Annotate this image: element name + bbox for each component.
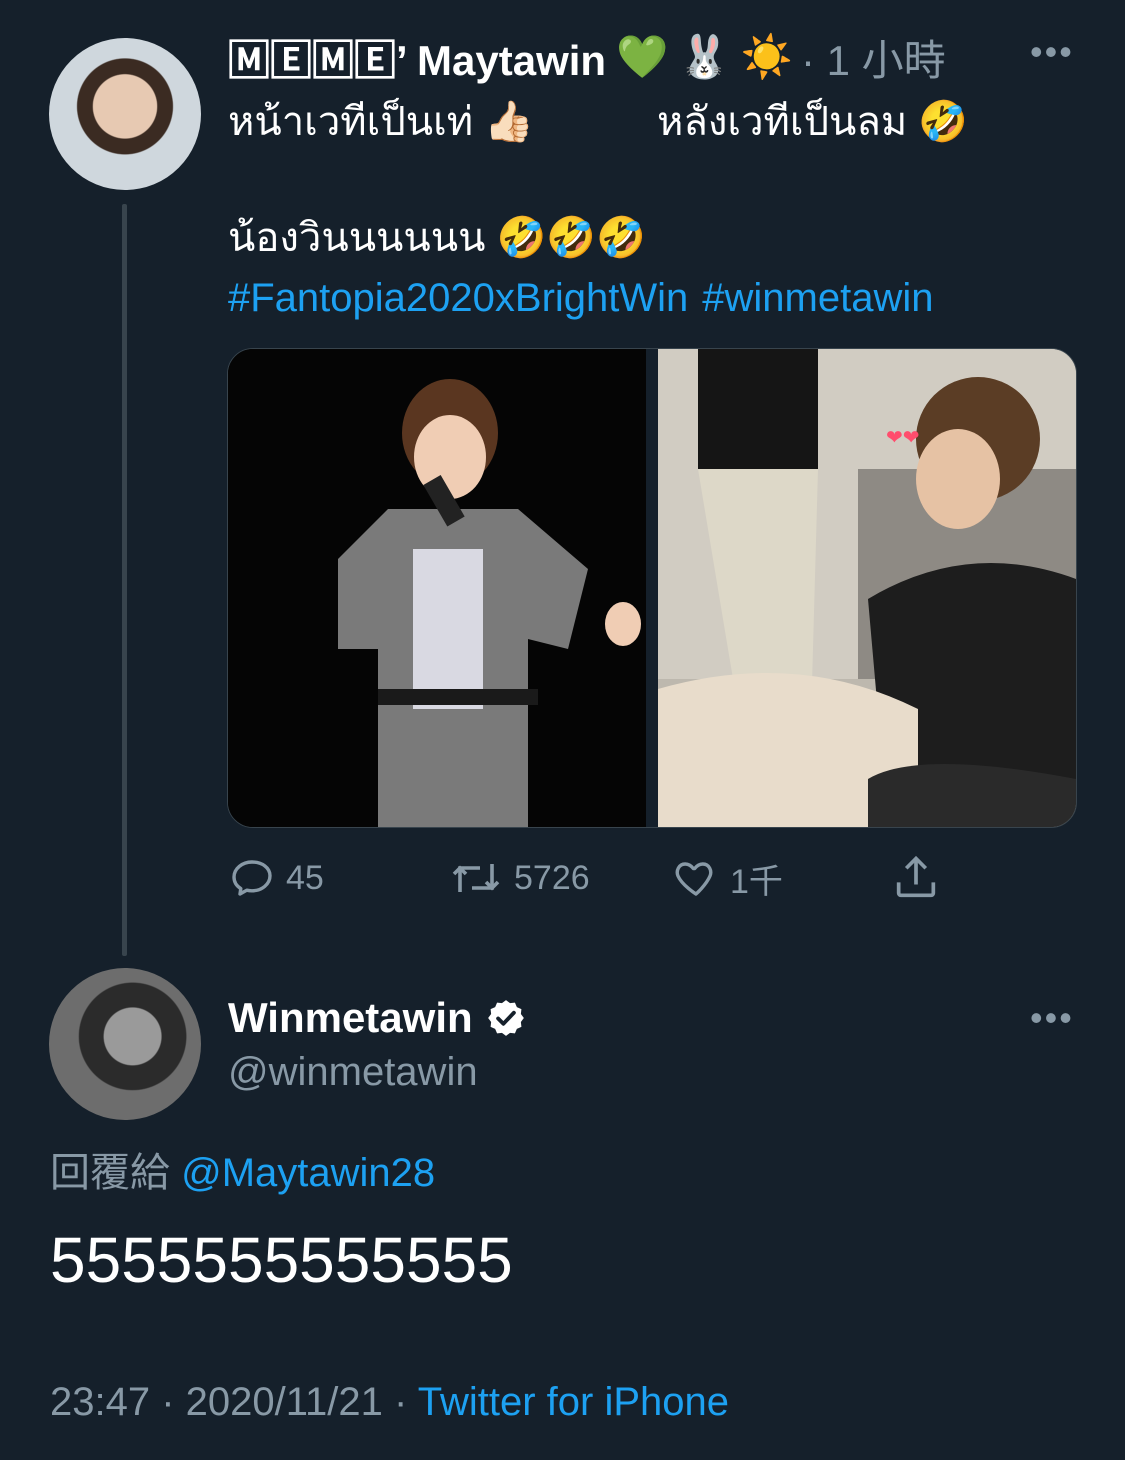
tweet-time[interactable]: 23:47 <box>50 1380 150 1424</box>
parent-tweet-time[interactable]: · 1 小時 <box>801 27 946 88</box>
photo-backstage[interactable]: ❤❤ <box>658 349 1076 827</box>
like-icon <box>675 862 713 896</box>
reply-to-line: 回覆給 @Maytawin28 <box>50 1140 435 1198</box>
parent-display-name[interactable]: 🄼🄴🄼🄴’ Maytawin <box>228 27 606 88</box>
thread-line <box>122 204 127 956</box>
reply-more-icon[interactable]: ••• <box>1030 1000 1074 1036</box>
sun-emoji: ☀️ <box>740 32 793 81</box>
like-count: 1千 <box>730 862 783 901</box>
parent-author-line: 🄼🄴🄼🄴’ Maytawin 💚 🐰 ☀️ · 1 小時 <box>228 30 946 84</box>
meta-separator: · <box>394 1380 418 1424</box>
reply-text: 5555555555555 <box>50 1224 513 1296</box>
tweet-meta: 23:47 · 2020/11/21 · Twitter for iPhone <box>50 1380 729 1425</box>
reply-icon <box>232 860 272 896</box>
svg-text:❤❤: ❤❤ <box>886 425 920 449</box>
green-heart-emoji: 💚 <box>616 32 669 81</box>
hashtag-link[interactable]: #Fantopia2020xBrightWin <box>228 276 688 320</box>
tweet-media: ❤❤ <box>227 348 1077 828</box>
singer-photo-art <box>228 349 646 827</box>
photo-singer-on-stage[interactable] <box>228 349 646 827</box>
parent-text-line1-left: หน้าเวทีเป็นเท่ 👍🏻 <box>228 100 535 144</box>
share-action[interactable] <box>890 852 952 904</box>
reply-display-name[interactable]: Winmetawin <box>228 994 473 1042</box>
reply-to-mention[interactable]: @Maytawin28 <box>181 1151 435 1195</box>
backstage-photo-art: ❤❤ <box>658 349 1076 827</box>
parent-hashtags: #Fantopia2020xBrightWin #winmetawin <box>228 270 948 326</box>
reply-author-line: Winmetawin <box>228 994 527 1042</box>
reply-avatar[interactable] <box>49 968 201 1120</box>
like-action[interactable]: 1千 <box>672 852 783 904</box>
parent-text-line2: น้องวินนนนนน 🤣🤣🤣 <box>228 216 646 260</box>
retweet-action[interactable]: 5726 <box>448 852 590 904</box>
retweet-count: 5726 <box>514 858 590 897</box>
rabbit-emoji: 🐰 <box>678 32 731 81</box>
share-icon <box>896 855 936 898</box>
verified-icon <box>487 1000 524 1036</box>
reply-handle[interactable]: @winmetawin <box>228 1050 478 1095</box>
retweet-icon <box>452 864 500 892</box>
parent-more-icon[interactable]: ••• <box>1030 34 1074 70</box>
reply-count: 45 <box>286 858 324 897</box>
media-divider <box>646 349 658 827</box>
tweet-source[interactable]: Twitter for iPhone <box>418 1380 729 1424</box>
parent-avatar[interactable] <box>49 38 201 190</box>
meta-separator: · <box>161 1380 186 1424</box>
parent-text-line1-right: หลังเวทีเป็นลม 🤣 <box>657 100 969 144</box>
reply-action[interactable]: 45 <box>228 852 324 904</box>
tweet-date[interactable]: 2020/11/21 <box>186 1380 383 1424</box>
hashtag-link[interactable]: #winmetawin <box>702 276 933 320</box>
reply-to-label: 回覆給 <box>50 1151 170 1195</box>
